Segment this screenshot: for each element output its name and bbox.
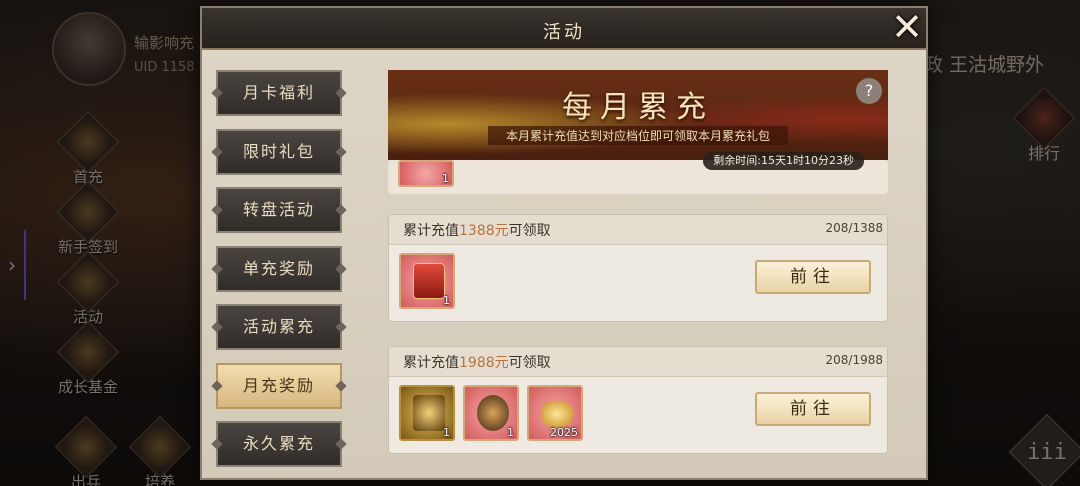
tier-amount: 1388元 xyxy=(459,223,509,239)
tier-label-suffix: 可领取 xyxy=(508,355,551,371)
tab-monthly-recharge[interactable]: 月充奖励 xyxy=(216,362,342,409)
tier-label-prefix: 累计充值 xyxy=(403,355,459,371)
remaining-time: 剩余时间:15天1时10分23秒 xyxy=(703,152,864,170)
tier-header: 累计充值1388元可领取 208/1388 xyxy=(389,215,887,245)
dialog-title: 活动 xyxy=(543,22,585,43)
tier-label-suffix: 可领取 xyxy=(508,223,551,239)
reward-tier-card: 累计充值1388元可领取 208/1388 1 前往 xyxy=(388,214,888,322)
reward-tier-card: 累计充值1988元可领取 208/1988 1 1 2025 前往 xyxy=(388,346,888,454)
go-button[interactable]: 前往 xyxy=(755,260,871,294)
item-count: 2025 xyxy=(550,426,578,439)
banner-subtitle: 本月累计充值达到对应档位即可领取本月累充礼包 xyxy=(488,126,788,145)
item-count: 1 xyxy=(442,172,449,185)
monthly-recharge-banner: 每月累充 本月累计充值达到对应档位即可领取本月累充礼包 ? xyxy=(388,70,888,160)
tier-label: 累计充值1988元可领取 xyxy=(403,352,551,372)
item-art xyxy=(477,395,509,431)
item-art xyxy=(541,401,573,427)
item-count: 1 xyxy=(443,426,450,439)
red-scroll-icon[interactable]: 1 xyxy=(399,253,455,309)
activity-dialog: 活动 ✕ 月卡福利 限时礼包 转盘活动 单充奖励 活动累充 月充奖励 永久累充 … xyxy=(200,4,930,480)
banner-title: 每月累充 xyxy=(562,90,714,125)
gold-ingot-icon[interactable]: 2025 xyxy=(527,385,583,441)
tab-limited-pack[interactable]: 限时礼包 xyxy=(216,128,342,175)
close-icon[interactable]: ✕ xyxy=(884,4,930,50)
help-icon[interactable]: ? xyxy=(856,78,882,104)
dialog-header: 活动 xyxy=(202,8,926,50)
activity-nav: 月卡福利 限时礼包 转盘活动 单充奖励 活动累充 月充奖励 永久累充 xyxy=(216,70,346,480)
tab-monthly-card[interactable]: 月卡福利 xyxy=(216,70,342,116)
tab-single-recharge[interactable]: 单充奖励 xyxy=(216,245,342,292)
tab-event-cumulative[interactable]: 活动累充 xyxy=(216,304,342,350)
tier-progress: 208/1388 xyxy=(825,221,884,235)
tier-label: 累计充值1388元可领取 xyxy=(403,220,551,240)
tier-amount: 1988元 xyxy=(459,355,509,371)
tab-wheel-event[interactable]: 转盘活动 xyxy=(216,187,342,233)
item-count: 1 xyxy=(507,426,514,439)
tier-header: 累计充值1988元可领取 208/1988 xyxy=(389,347,887,377)
tier-label-prefix: 累计充值 xyxy=(403,223,459,239)
bronze-seal-icon[interactable]: 1 xyxy=(463,385,519,441)
reward-item-icon[interactable]: 1 xyxy=(398,160,454,187)
item-count: 1 xyxy=(443,294,450,307)
tab-permanent-cumulative[interactable]: 永久累充 xyxy=(216,421,342,467)
item-art xyxy=(413,395,445,431)
tier-progress: 208/1988 xyxy=(825,353,884,367)
gold-armor-icon[interactable]: 1 xyxy=(399,385,455,441)
item-art xyxy=(413,263,445,299)
go-button[interactable]: 前往 xyxy=(755,392,871,426)
activity-content[interactable]: 每月累充 本月累计充值达到对应档位即可领取本月累充礼包 ? 1 剩余时间:15天… xyxy=(388,70,888,470)
